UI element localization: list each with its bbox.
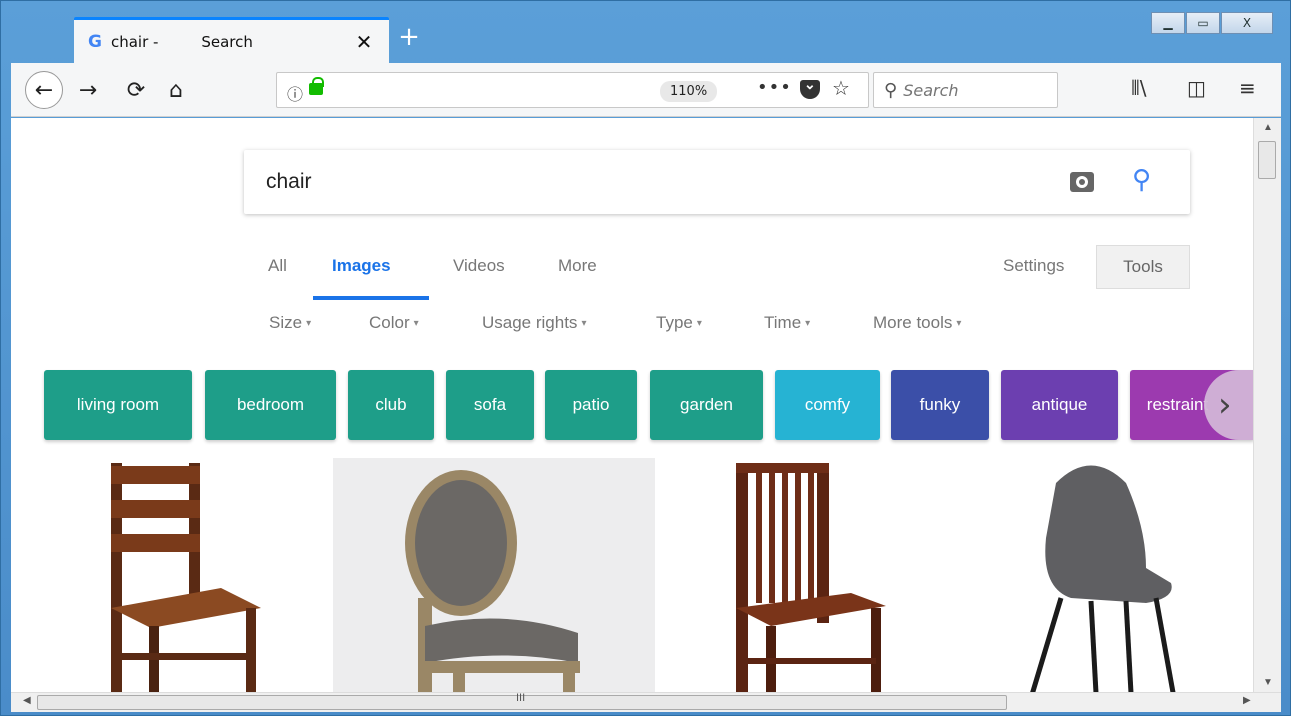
page-actions-icon[interactable]: ••• (757, 77, 792, 98)
filter-color[interactable]: Color ▾ (369, 313, 419, 333)
chip-garden[interactable]: garden (650, 370, 763, 440)
library-icon[interactable]: ⦀\ (1131, 76, 1147, 100)
chevron-down-icon: ▾ (696, 318, 702, 329)
filter-more-tools[interactable]: More tools ▾ (873, 313, 961, 333)
chip-club[interactable]: club (348, 370, 434, 440)
home-button[interactable]: ⌂ (161, 74, 191, 106)
tab-videos[interactable]: Videos (453, 256, 505, 276)
url-bar[interactable]: ⓘ 110% ••• ☆ (276, 72, 869, 108)
active-tab-indicator (313, 296, 429, 300)
scroll-right-arrow-icon[interactable]: ▶ (1243, 695, 1251, 706)
filter-time-label: Time (764, 313, 802, 332)
tab-title: chair - Search (110, 32, 253, 51)
zoom-indicator[interactable]: 110% (660, 81, 718, 102)
upholstered-oval-back-chair-image[interactable] (333, 458, 655, 692)
chip-antique[interactable]: antique (1001, 370, 1118, 440)
window-close-button[interactable]: X (1221, 12, 1273, 34)
vertical-scrollbar[interactable]: ▲ ▼ (1253, 118, 1281, 692)
chip-living-room[interactable]: living room (44, 370, 192, 440)
navigation-toolbar: ← → ⟳ ⌂ ⓘ 110% ••• ☆ ⚲ ⦀\ ◫ ≡ (11, 63, 1281, 117)
chip-sofa[interactable]: sofa (446, 370, 534, 440)
chevron-down-icon: ▾ (581, 318, 587, 329)
minimize-button[interactable]: ▁ (1151, 12, 1185, 34)
chevron-down-icon: ▾ (306, 318, 312, 329)
chevron-down-icon: ▾ (805, 318, 811, 329)
lock-icon (309, 77, 324, 95)
filter-time[interactable]: Time ▾ (764, 313, 810, 333)
tab-all[interactable]: All (268, 256, 287, 276)
filter-size-label: Size (269, 313, 303, 332)
tab-more[interactable]: More (558, 256, 597, 276)
chevron-down-icon: ▾ (413, 318, 419, 329)
reload-button[interactable]: ⟳ (121, 74, 151, 106)
horizontal-scrollbar[interactable]: ◀ III ▶ (11, 692, 1281, 712)
new-tab-button[interactable]: + (394, 23, 424, 53)
filter-size[interactable]: Size ▾ (269, 313, 311, 333)
filter-usage-rights-label: Usage rights (482, 313, 578, 332)
forward-button[interactable]: → (73, 74, 103, 106)
tab-strip: G chair - Search ✕ + ▁ ▭ X (11, 9, 1281, 63)
settings-link[interactable]: Settings (1003, 256, 1064, 276)
browser-search-box[interactable]: ⚲ (873, 72, 1058, 108)
chip-patio[interactable]: patio (545, 370, 637, 440)
tab-images[interactable]: Images (332, 256, 391, 276)
search-icon: ⚲ (884, 79, 898, 101)
wooden-spindle-back-chair-image[interactable] (711, 458, 911, 692)
google-search-box[interactable]: chair ⚲ (244, 150, 1190, 214)
site-info-icon[interactable]: ⓘ (287, 81, 303, 105)
scroll-left-arrow-icon[interactable]: ◀ (23, 695, 31, 706)
tab-close-icon[interactable]: ✕ (353, 30, 375, 54)
google-favicon-icon: G (88, 31, 102, 52)
chip-comfy[interactable]: comfy (775, 370, 880, 440)
vertical-scroll-thumb[interactable] (1258, 141, 1276, 179)
filter-type-label: Type (656, 313, 693, 332)
maximize-button[interactable]: ▭ (1186, 12, 1220, 34)
chip-bedroom[interactable]: bedroom (205, 370, 336, 440)
browser-search-input[interactable] (903, 80, 1044, 100)
search-submit-icon[interactable]: ⚲ (1132, 165, 1151, 195)
wooden-ladderback-chair-image[interactable] (61, 458, 261, 692)
chip-funky[interactable]: funky (891, 370, 989, 440)
tab-active[interactable]: G chair - Search ✕ (74, 17, 389, 63)
tools-button[interactable]: Tools (1096, 245, 1190, 289)
filter-more-tools-label: More tools (873, 313, 953, 332)
filter-color-label: Color (369, 313, 410, 332)
chevron-down-icon: ▾ (956, 318, 962, 329)
sidebar-icon[interactable]: ◫ (1187, 76, 1206, 100)
menu-icon[interactable]: ≡ (1239, 76, 1256, 100)
scroll-grip-icon: III (516, 692, 526, 704)
window-controls: ▁ ▭ X (1151, 12, 1273, 34)
filter-type[interactable]: Type ▾ (656, 313, 702, 333)
scroll-down-arrow-icon[interactable]: ▼ (1263, 677, 1273, 688)
page-content: chair ⚲ All Images Videos More Settings … (11, 118, 1253, 692)
search-query[interactable]: chair (266, 170, 312, 194)
browser-window: G chair - Search ✕ + ▁ ▭ X ← → ⟳ ⌂ ⓘ 110… (0, 0, 1291, 716)
scroll-up-arrow-icon[interactable]: ▲ (1263, 122, 1273, 133)
filter-usage-rights[interactable]: Usage rights ▾ (482, 313, 586, 333)
pocket-icon[interactable] (800, 76, 820, 99)
camera-icon[interactable] (1070, 172, 1094, 192)
bookmark-star-icon[interactable]: ☆ (832, 76, 850, 100)
back-button[interactable]: ← (25, 71, 63, 109)
gray-fabric-modern-chair-image[interactable] (996, 458, 1206, 692)
